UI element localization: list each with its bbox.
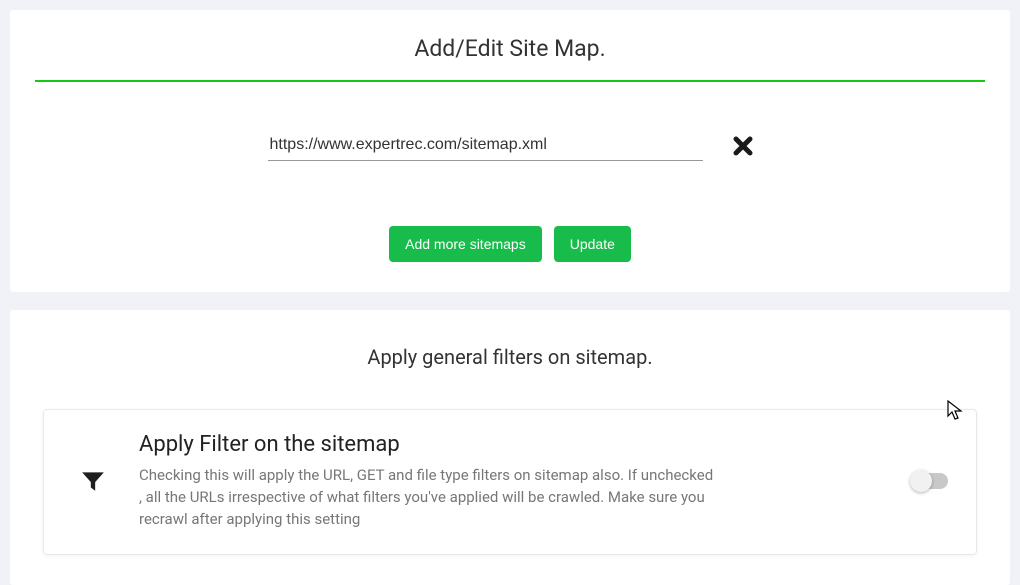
filter-body: Apply Filter on the sitemap Checking thi… xyxy=(139,432,887,530)
update-button[interactable]: Update xyxy=(554,226,631,262)
filter-heading: Apply Filter on the sitemap xyxy=(139,432,887,457)
close-x-icon xyxy=(733,136,753,156)
title-underline xyxy=(35,80,985,82)
apply-filter-toggle[interactable] xyxy=(912,473,948,489)
add-more-sitemaps-button[interactable]: Add more sitemaps xyxy=(389,226,542,262)
filters-section-title: Apply general filters on sitemap. xyxy=(35,345,985,369)
sitemap-title: Add/Edit Site Map. xyxy=(35,35,985,80)
filter-icon-wrap xyxy=(72,468,114,494)
sitemap-button-row: Add more sitemaps Update xyxy=(35,226,985,262)
sitemap-card: Add/Edit Site Map. Add more sitemaps Upd… xyxy=(10,10,1010,292)
remove-sitemap-icon[interactable] xyxy=(733,133,753,161)
toggle-knob xyxy=(910,470,932,492)
sitemap-url-input[interactable] xyxy=(268,132,703,161)
funnel-icon xyxy=(80,468,106,494)
sitemap-row xyxy=(35,132,985,161)
filters-card: Apply general filters on sitemap. Apply … xyxy=(10,310,1010,585)
filter-description: Checking this will apply the URL, GET an… xyxy=(139,465,719,530)
apply-filter-option: Apply Filter on the sitemap Checking thi… xyxy=(43,409,977,555)
